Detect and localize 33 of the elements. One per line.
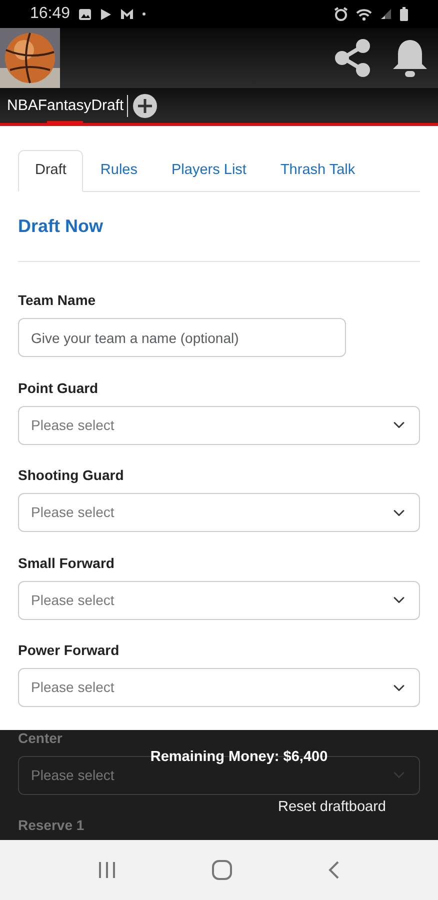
select-field[interactable]: Please select xyxy=(18,580,420,620)
home-icon[interactable] xyxy=(211,859,233,881)
field-label: Small Forward xyxy=(18,554,114,572)
add-icon[interactable] xyxy=(132,92,158,118)
select-field[interactable]: Please select xyxy=(18,493,420,532)
back-icon[interactable] xyxy=(327,860,341,880)
field-label: Reserve 1 xyxy=(18,817,84,834)
field-label: Point Guard xyxy=(18,380,98,397)
dot-icon xyxy=(142,12,146,16)
page-tab[interactable]: Players List xyxy=(154,150,264,192)
field-label: Shooting Guard xyxy=(18,467,124,484)
recents-icon[interactable] xyxy=(97,861,117,879)
battery-icon xyxy=(400,7,408,21)
bell-icon[interactable] xyxy=(392,37,428,79)
page-heading: Draft Now xyxy=(18,216,104,238)
select-field[interactable]: Please select xyxy=(18,406,420,445)
mail-icon xyxy=(120,8,134,20)
alarm-icon xyxy=(334,7,348,21)
clock: 16:49 xyxy=(30,4,70,24)
play-icon xyxy=(100,8,112,20)
field-label: Team Name xyxy=(18,292,96,310)
app-tab[interactable]: NBAFantasyDraft xyxy=(4,94,128,116)
image-icon xyxy=(78,8,92,20)
signal-icon xyxy=(380,8,392,20)
page-tab[interactable]: Draft xyxy=(18,150,84,192)
page-tab[interactable]: Thrash Talk xyxy=(263,150,372,192)
field-label: Center xyxy=(18,730,62,747)
text-field[interactable]: Give your team a name (optional) xyxy=(18,318,346,358)
wifi-icon xyxy=(356,8,372,20)
field-label: Power Forward xyxy=(18,642,120,660)
select-field[interactable]: Please select xyxy=(18,668,420,708)
reset-link[interactable]: Reset draftboard xyxy=(278,797,386,819)
page-tab[interactable]: Rules xyxy=(83,150,154,192)
